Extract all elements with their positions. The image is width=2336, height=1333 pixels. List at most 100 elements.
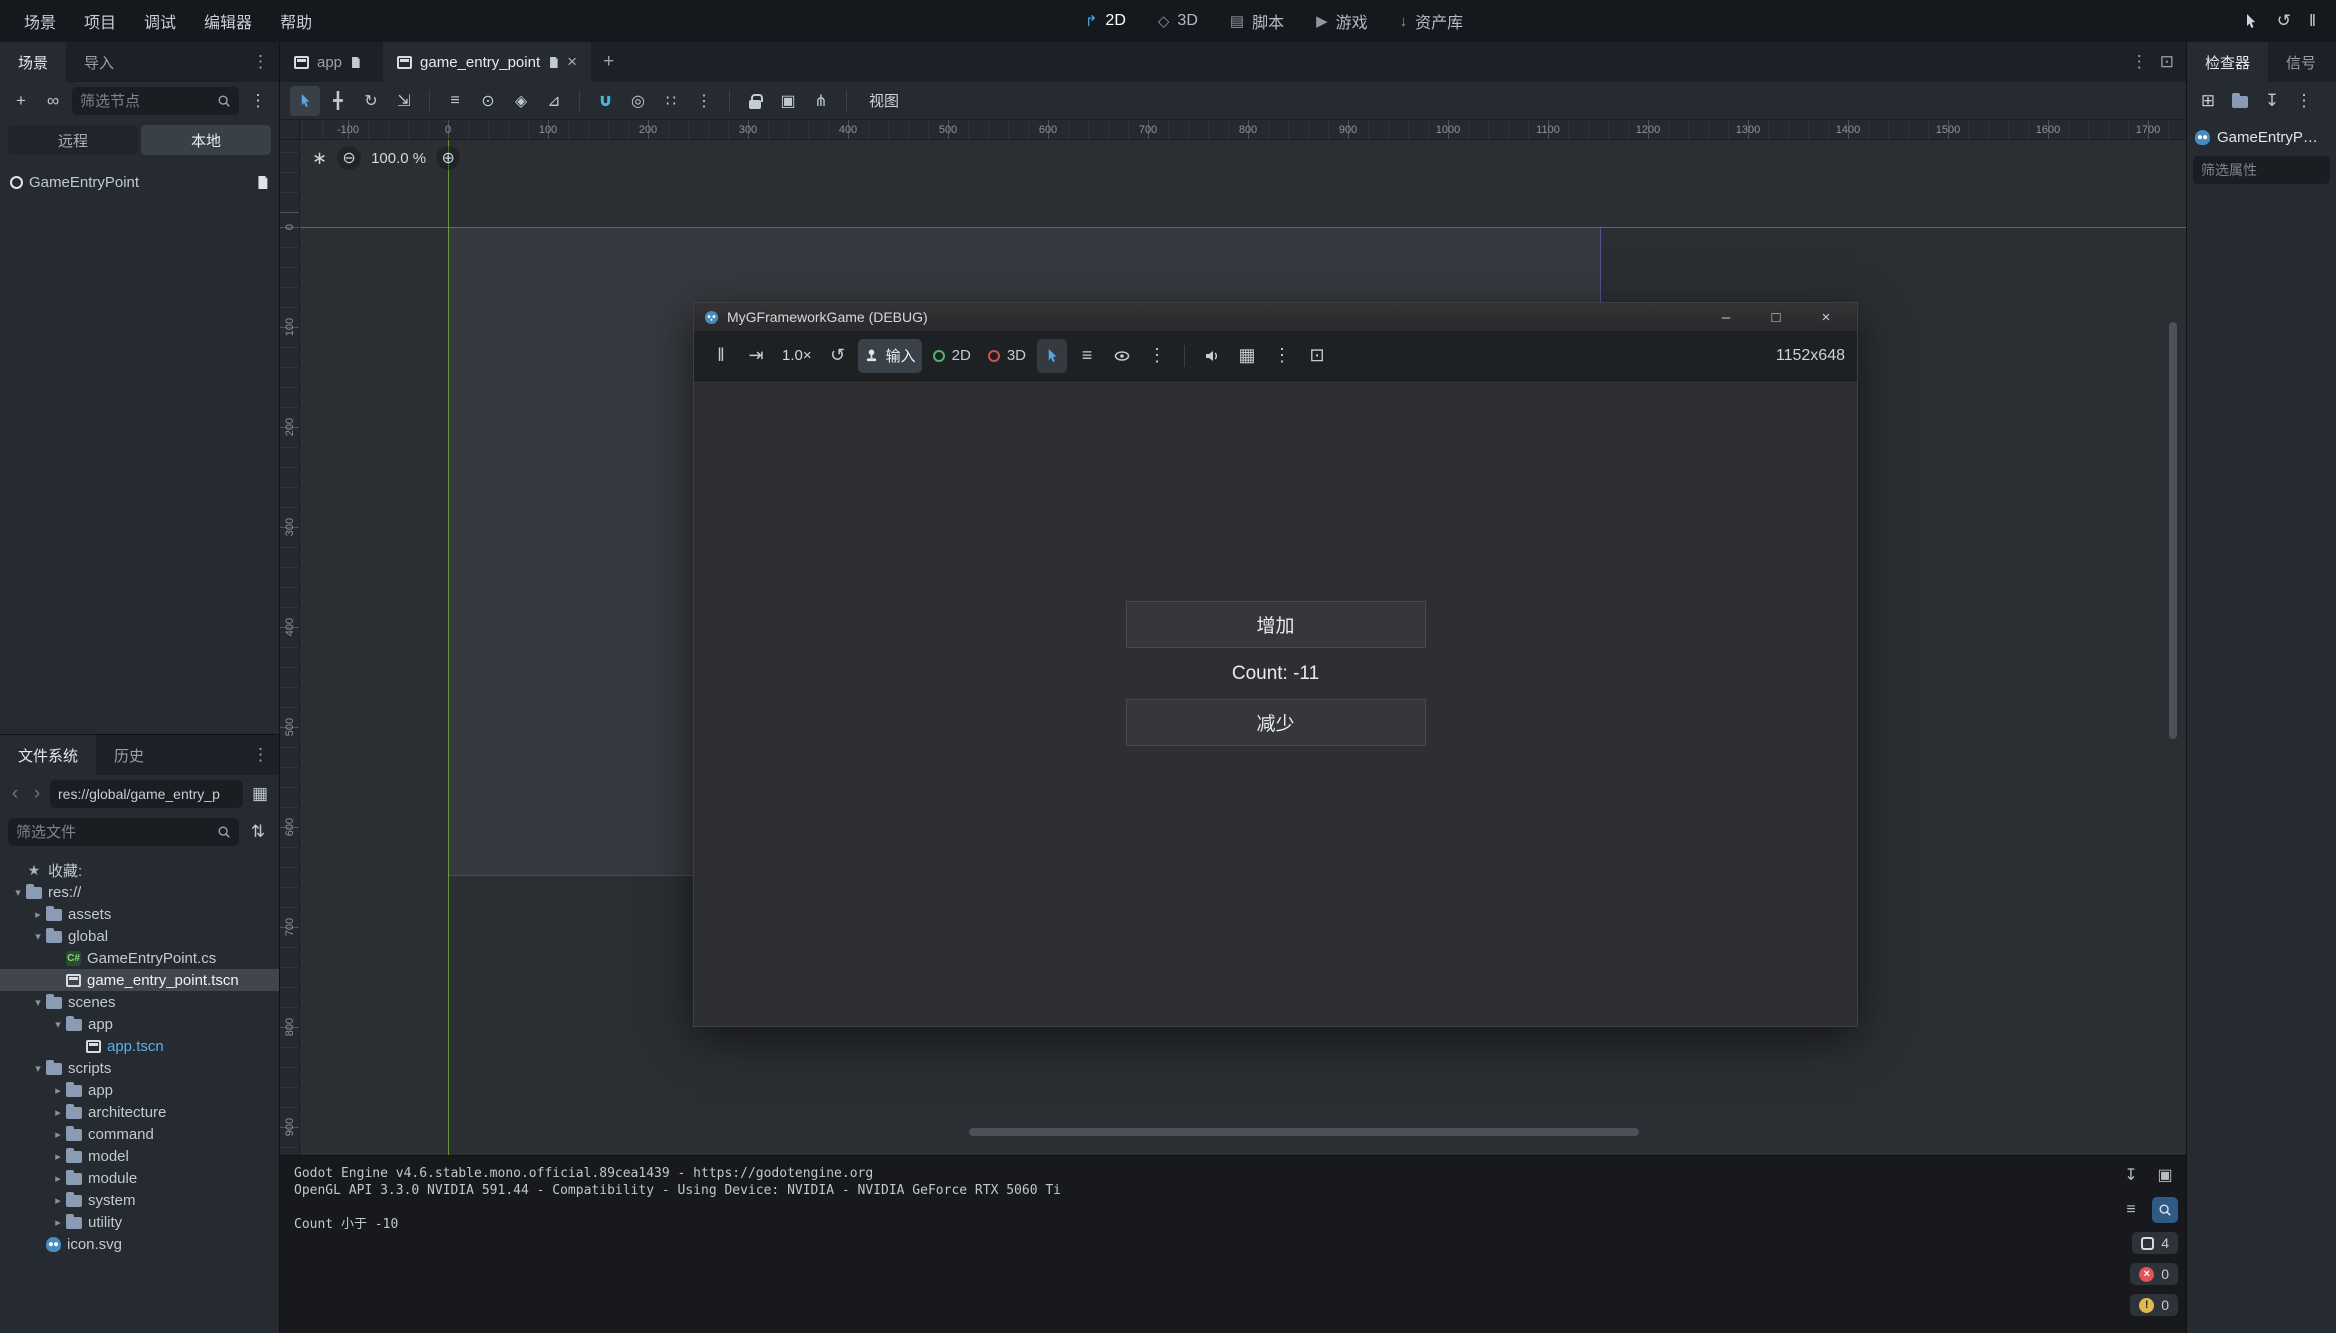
mode-2d-button[interactable]: 2D — [927, 339, 977, 373]
input-mode-button[interactable]: 输入 — [858, 339, 922, 373]
zoom-in-icon[interactable]: ⊕ — [436, 146, 460, 170]
filter-properties-input[interactable] — [2201, 162, 2322, 178]
resource-options-icon[interactable]: ⋮ — [2291, 88, 2317, 114]
decrease-button[interactable]: 减少 — [1126, 699, 1426, 746]
skeleton-options-icon[interactable]: ⋔ — [806, 86, 836, 116]
filter-files-input[interactable] — [16, 824, 211, 841]
add-node-icon[interactable]: + — [8, 88, 34, 114]
remote-tab[interactable]: 远程 — [8, 125, 138, 155]
expand-arrow-icon[interactable]: ▸ — [50, 1216, 66, 1229]
menu-item[interactable]: 场景 — [10, 0, 70, 42]
minimize-button[interactable]: – — [1705, 303, 1747, 331]
expand-arrow-icon[interactable]: ▾ — [30, 930, 46, 943]
file-tree-item[interactable]: ▸ architecture — [0, 1101, 279, 1123]
file-tree-item[interactable]: ▸ assets — [0, 903, 279, 925]
restart-icon[interactable]: ↺ — [2277, 11, 2291, 31]
expand-arrow-icon[interactable]: ▸ — [30, 908, 46, 921]
expand-arrow-icon[interactable]: ▸ — [50, 1172, 66, 1185]
menu-item[interactable]: 编辑器 — [190, 0, 266, 42]
select-mode-icon[interactable] — [1037, 339, 1067, 373]
dock-tab[interactable]: 文件系统 — [0, 735, 96, 775]
vertical-scrollbar[interactable] — [2169, 322, 2177, 739]
expand-arrow-icon[interactable]: ▾ — [50, 1018, 66, 1031]
grid-snap-icon[interactable]: ∷ — [656, 86, 686, 116]
save-log-icon[interactable]: ↧ — [2118, 1162, 2144, 1188]
warning-count-badge[interactable]: ! 0 — [2130, 1294, 2178, 1316]
node-list-icon[interactable]: ≡ — [1072, 339, 1102, 373]
scene-tree-menu-icon[interactable]: ⋮ — [245, 88, 271, 114]
file-tree-item[interactable]: game_entry_point.tscn — [0, 969, 279, 991]
pause-icon[interactable]: ‖ — [2309, 11, 2316, 31]
local-tab[interactable]: 本地 — [141, 125, 271, 155]
zoom-out-icon[interactable]: ⊖ — [337, 146, 361, 170]
expand-arrow-icon[interactable]: ▾ — [10, 886, 26, 899]
next-frame-icon[interactable]: ⇥ — [741, 339, 771, 373]
move-tool-icon[interactable]: ╋ — [323, 86, 353, 116]
expand-arrow-icon[interactable]: ▾ — [30, 1062, 46, 1075]
horizontal-ruler[interactable]: -100010020030040050060070080090010001100… — [300, 120, 2186, 140]
dock-tab[interactable]: 信号 — [2268, 42, 2334, 82]
file-tree-item[interactable]: ▾ res:// — [0, 881, 279, 903]
message-count-badge[interactable]: 4 — [2132, 1232, 2178, 1254]
dock-tab[interactable]: 场景 — [0, 42, 66, 82]
dock-tab[interactable]: 导入 — [66, 42, 132, 82]
close-button[interactable]: × — [1805, 303, 1847, 331]
more-options-icon[interactable]: ⋮ — [1267, 339, 1297, 373]
embed-options-icon[interactable]: ▦ — [1232, 339, 1262, 373]
workspace-tab[interactable]: ↱ 2D — [1069, 0, 1142, 42]
select-tool-icon[interactable] — [290, 86, 320, 116]
error-count-badge[interactable]: × 0 — [2130, 1263, 2178, 1285]
instance-scene-icon[interactable]: ∞ — [40, 88, 66, 114]
scene-tab[interactable]: app — [280, 42, 383, 82]
expand-arrow-icon[interactable]: ▸ — [50, 1150, 66, 1163]
suspend-icon[interactable]: ‖ — [706, 339, 736, 373]
file-tree-item[interactable]: ▸ model — [0, 1145, 279, 1167]
ruler-tool-icon[interactable]: ⊿ — [539, 86, 569, 116]
workspace-tab[interactable]: ◇ 3D — [1142, 0, 1214, 42]
mode-3d-button[interactable]: 3D — [982, 339, 1032, 373]
script-icon[interactable] — [256, 175, 269, 190]
current-path-input[interactable] — [58, 786, 235, 802]
file-tree-item[interactable]: ▸ utility — [0, 1211, 279, 1233]
file-tree-item[interactable]: ▸ app — [0, 1079, 279, 1101]
filter-log-icon[interactable]: ≡ — [2118, 1197, 2144, 1223]
game-window-titlebar[interactable]: MyGFrameworkGame (DEBUG) – □ × — [694, 303, 1857, 331]
camera-options-icon[interactable]: ⋮ — [1142, 339, 1172, 373]
history-back-icon[interactable]: ‹ — [6, 783, 24, 805]
new-scene-tab-icon[interactable]: + — [591, 42, 626, 82]
toggle-split-mode-icon[interactable]: ▦ — [247, 781, 273, 807]
search-log-icon[interactable] — [2152, 1197, 2178, 1223]
close-tab-icon[interactable]: × — [567, 52, 577, 72]
history-forward-icon[interactable]: › — [28, 783, 46, 805]
workspace-tab[interactable]: ▶ 游戏 — [1300, 0, 1384, 42]
pivot-tool-icon[interactable]: ⊙ — [473, 86, 503, 116]
inspected-node-row[interactable]: GameEntryPoint — [2187, 120, 2336, 154]
menu-item[interactable]: 帮助 — [266, 0, 326, 42]
visibility-icon[interactable] — [1107, 339, 1137, 373]
filter-nodes-input[interactable] — [80, 93, 211, 110]
reset-time-scale-icon[interactable]: ↺ — [823, 339, 853, 373]
expand-arrow-icon[interactable]: ▸ — [50, 1106, 66, 1119]
dock-tab[interactable]: 历史 — [96, 735, 162, 775]
file-tree-item[interactable]: ▸ command — [0, 1123, 279, 1145]
copy-log-icon[interactable]: ▣ — [2152, 1162, 2178, 1188]
file-tree-item[interactable]: icon.svg — [0, 1233, 279, 1255]
file-tree-item[interactable]: ▾ scripts — [0, 1057, 279, 1079]
dock-tab[interactable]: 检查器 — [2187, 42, 2268, 82]
file-tree-item[interactable]: ▾ global — [0, 925, 279, 947]
viewport-canvas[interactable]: ∗ ⊖ 100.0 % ⊕ MyGFrameworkGame (DEBUG) –… — [300, 140, 2186, 1155]
file-tree-item[interactable]: ▾ app — [0, 1013, 279, 1035]
zoom-level[interactable]: 100.0 % — [371, 150, 426, 167]
scene-tab[interactable]: game_entry_point × — [383, 42, 591, 82]
save-resource-icon[interactable]: ↧ — [2259, 88, 2285, 114]
workspace-tab[interactable]: ↓ 资产库 — [1384, 0, 1480, 42]
node-snap-icon[interactable]: ◎ — [623, 86, 653, 116]
list-select-icon[interactable]: ≡ — [440, 86, 470, 116]
menu-item[interactable]: 项目 — [70, 0, 130, 42]
dock-menu-icon[interactable]: ⋮ — [242, 735, 279, 775]
lock-selected-icon[interactable] — [740, 86, 770, 116]
expand-arrow-icon[interactable]: ▸ — [50, 1128, 66, 1141]
expand-arrow-icon[interactable]: ▸ — [50, 1194, 66, 1207]
group-selected-icon[interactable]: ▣ — [773, 86, 803, 116]
dock-menu-icon[interactable]: ⋮ — [242, 42, 279, 82]
